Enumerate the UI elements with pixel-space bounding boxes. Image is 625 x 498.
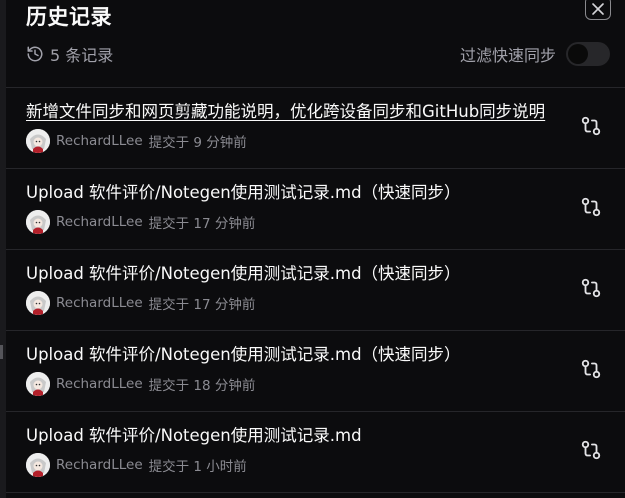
compare-button[interactable] <box>580 115 602 137</box>
git-compare-icon <box>581 440 601 460</box>
commit-author: RechardLLee <box>56 214 143 230</box>
commit-message: Upload 软件评价/Notegen使用测试记录.md（快速同步） <box>26 183 461 202</box>
history-panel: 历史记录 5 条记录 过滤快速同步 新增文件同步和网页剪藏功能说明，优化跨设备同… <box>6 0 625 498</box>
avatar <box>26 129 50 153</box>
compare-button[interactable] <box>580 196 602 218</box>
commit-time: 提交于 17 分钟前 <box>148 297 256 313</box>
history-icon <box>27 46 43 62</box>
commit-meta: RechardLLee 提交于 1 小时前 <box>26 453 247 477</box>
commit-author: RechardLLee <box>56 133 143 149</box>
commit-author: RechardLLee <box>56 457 143 473</box>
commit-author: RechardLLee <box>56 376 143 392</box>
avatar <box>26 291 50 315</box>
avatar <box>26 372 50 396</box>
background-edge-mark <box>0 345 3 359</box>
git-compare-icon <box>581 278 601 298</box>
commit-row[interactable]: 新增文件同步和网页剪藏功能说明，优化跨设备同步和GitHub同步说明 Recha… <box>6 88 625 168</box>
commit-row[interactable]: Upload 软件评价/Notegen使用测试记录.md（快速同步） Recha… <box>6 331 625 411</box>
record-count: 5 条记录 <box>50 46 114 65</box>
commit-message: 新增文件同步和网页剪藏功能说明，优化跨设备同步和GitHub同步说明 <box>26 102 546 121</box>
commit-message: Upload 软件评价/Notegen使用测试记录.md <box>26 426 362 445</box>
git-compare-icon <box>581 197 601 217</box>
git-compare-icon <box>581 359 601 379</box>
compare-button[interactable] <box>580 439 602 461</box>
toggle-knob <box>568 44 588 64</box>
commit-time: 提交于 18 分钟前 <box>148 378 256 394</box>
commit-time: 提交于 9 分钟前 <box>148 135 247 151</box>
commit-row[interactable]: Upload 软件评价/Notegen使用测试记录.md RechardLLee… <box>6 412 625 492</box>
commit-meta: RechardLLee 提交于 9 分钟前 <box>26 129 247 153</box>
commit-time: 提交于 1 小时前 <box>148 459 247 475</box>
git-compare-icon <box>581 116 601 136</box>
compare-button[interactable] <box>580 358 602 380</box>
close-button[interactable] <box>585 0 611 20</box>
commit-row[interactable]: Upload 软件评价/Notegen使用测试记录.md（快速同步） Recha… <box>6 169 625 249</box>
avatar <box>26 210 50 234</box>
compare-button[interactable] <box>580 277 602 299</box>
panel-title: 历史记录 <box>26 5 112 29</box>
commit-meta: RechardLLee 提交于 17 分钟前 <box>26 291 255 315</box>
commit-meta: RechardLLee 提交于 17 分钟前 <box>26 210 255 234</box>
commit-row[interactable]: Upload 软件评价/Notegen使用测试记录.md（快速同步） Recha… <box>6 250 625 330</box>
row-divider <box>6 492 625 493</box>
commit-meta: RechardLLee 提交于 18 分钟前 <box>26 372 255 396</box>
commit-message: Upload 软件评价/Notegen使用测试记录.md（快速同步） <box>26 264 461 283</box>
commit-time: 提交于 17 分钟前 <box>148 216 256 232</box>
commit-author: RechardLLee <box>56 295 143 311</box>
filter-label: 过滤快速同步 <box>459 46 556 65</box>
record-count-row: 5 条记录 <box>26 42 113 66</box>
commit-message: Upload 软件评价/Notegen使用测试记录.md（快速同步） <box>26 345 461 364</box>
avatar <box>26 453 50 477</box>
close-icon <box>592 3 604 15</box>
filter-quick-sync: 过滤快速同步 <box>460 42 610 66</box>
filter-toggle[interactable] <box>566 42 610 66</box>
